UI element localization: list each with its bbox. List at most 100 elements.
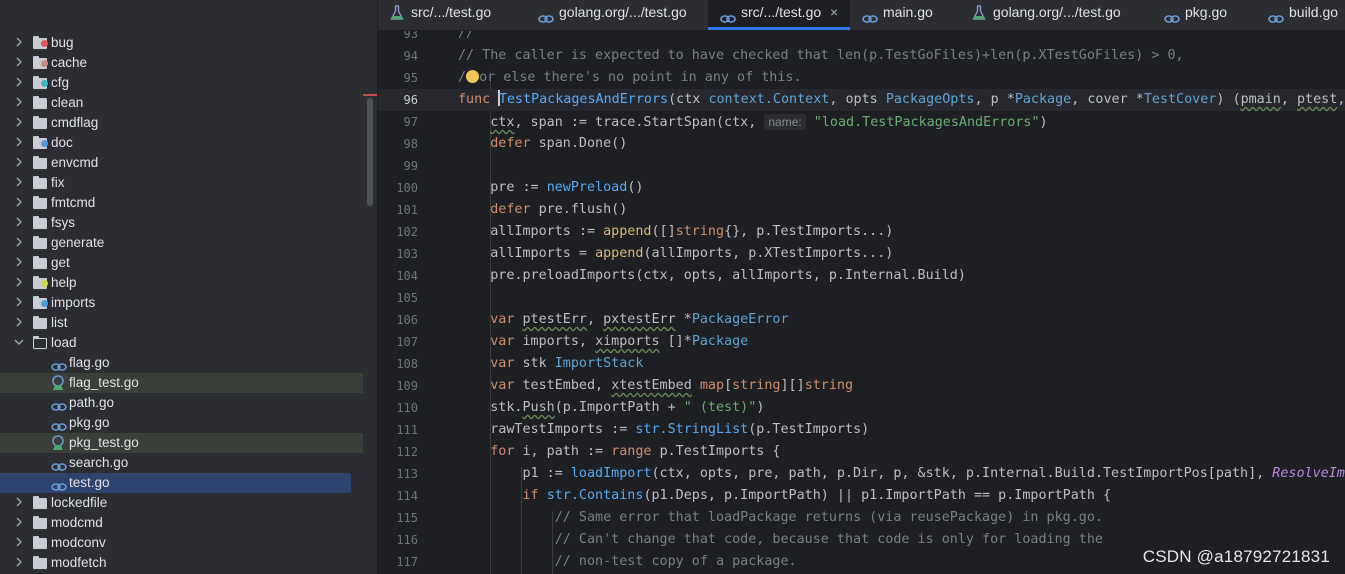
code-line[interactable]: for i, path := range p.TestImports {	[458, 441, 780, 463]
code-line[interactable]: ctx, span := trace.StartSpan(ctx, name: …	[458, 111, 1048, 133]
tree-item-label: generate	[51, 235, 105, 250]
tree-item-pkg-go[interactable]: pkg.go	[0, 413, 363, 433]
editor-tab[interactable]: build.go	[1256, 0, 1345, 30]
chevron-right-icon[interactable]	[13, 153, 25, 173]
chevron-right-icon[interactable]	[13, 533, 25, 553]
tree-item-modconv[interactable]: modconv	[0, 533, 363, 553]
chevron-right-icon[interactable]	[13, 53, 25, 73]
code-editor[interactable]: 93 // 94 // The caller is expected to have …	[378, 31, 1345, 574]
chevron-right-icon[interactable]	[13, 253, 25, 273]
tree-item-list[interactable]: list	[0, 313, 363, 333]
chevron-right-icon[interactable]	[13, 273, 25, 293]
editor-tab[interactable]: golang.org/.../test.go	[960, 0, 1150, 30]
folder-icon	[33, 516, 47, 529]
chevron-right-icon[interactable]	[13, 93, 25, 113]
tree-item-label: flag.go	[69, 355, 110, 370]
gopher-icon	[862, 7, 878, 30]
chevron-right-icon[interactable]	[13, 33, 25, 53]
tree-item-fsys[interactable]: fsys	[0, 213, 363, 233]
sidebar-scrollbar[interactable]	[367, 98, 373, 206]
tree-item-flag-test-go[interactable]: flag_test.go	[0, 373, 363, 393]
tree-item-bug[interactable]: bug	[0, 33, 363, 53]
chevron-down-icon[interactable]	[13, 333, 25, 353]
chevron-right-icon[interactable]	[13, 313, 25, 333]
tree-item-lockedfile[interactable]: lockedfile	[0, 493, 363, 513]
code-line[interactable]: var stk ImportStack	[458, 353, 643, 375]
tree-item-cfg[interactable]: cfg	[0, 73, 363, 93]
code-line[interactable]: var testEmbed, xtestEmbed map[string][]s…	[458, 375, 853, 397]
tree-item-modfetch[interactable]: modfetch	[0, 553, 363, 573]
tree-item-get[interactable]: get	[0, 253, 363, 273]
flask-icon	[390, 4, 404, 28]
tree-item-fmtcmd[interactable]: fmtcmd	[0, 193, 363, 213]
tree-item-label: imports	[51, 295, 96, 310]
code-line[interactable]: var imports, ximports []*Package	[458, 331, 748, 353]
tree-item-label: bug	[51, 35, 74, 50]
chevron-right-icon[interactable]	[13, 213, 25, 233]
tree-item-pkg-test-go[interactable]: pkg_test.go	[0, 433, 363, 453]
close-tab-icon[interactable]: ×	[830, 0, 838, 24]
tab-label: golang.org/.../test.go	[993, 4, 1121, 20]
code-line[interactable]: var ptestErr, pxtestErr *PackageError	[458, 309, 788, 331]
chevron-right-icon[interactable]	[13, 133, 25, 153]
code-line[interactable]: stk.Push(p.ImportPath + " (test)")	[458, 397, 764, 419]
code-line[interactable]: // non-test copy of a package.	[458, 551, 797, 573]
chevron-right-icon[interactable]	[13, 173, 25, 193]
editor-tab[interactable]: src/.../test.go ×	[708, 0, 850, 30]
code-line[interactable]: defer span.Done()	[458, 133, 627, 155]
line-number: 99	[403, 159, 418, 173]
tree-item-search-go[interactable]: search.go	[0, 453, 363, 473]
chevron-right-icon[interactable]	[13, 293, 25, 313]
chevron-right-icon[interactable]	[13, 493, 25, 513]
tree-item-test-go[interactable]: test.go	[0, 473, 351, 493]
code-line[interactable]: allImports := append([]string{}, p.TestI…	[458, 221, 893, 243]
code-line[interactable]: rawTestImports := str.StringList(p.TestI…	[458, 419, 869, 441]
editor-tab[interactable]: main.go	[850, 0, 956, 30]
tree-item-load[interactable]: load	[0, 333, 363, 353]
tree-item-help[interactable]: help	[0, 273, 363, 293]
chevron-right-icon[interactable]	[13, 73, 25, 93]
chevron-right-icon[interactable]	[13, 513, 25, 533]
code-line[interactable]: allImports = append(allImports, p.XTestI…	[458, 243, 893, 265]
code-line[interactable]: / or else there's no point in any of this…	[458, 67, 802, 89]
chevron-right-icon[interactable]	[13, 233, 25, 253]
line-number: 115	[396, 511, 418, 525]
go-test-file-icon	[51, 435, 67, 450]
tree-item-label: clean	[51, 95, 84, 110]
tree-item-cmdflag[interactable]: cmdflag	[0, 113, 363, 133]
tree-item-envcmd[interactable]: envcmd	[0, 153, 363, 173]
editor-tab[interactable]: src/.../test.go	[378, 0, 518, 30]
line-number: 97	[403, 115, 418, 129]
code-line[interactable]: pre := newPreload()	[458, 177, 643, 199]
folder-badge-icon	[41, 280, 48, 287]
editor-tab[interactable]: pkg.go	[1152, 0, 1252, 30]
tree-item-flag-go[interactable]: flag.go	[0, 353, 363, 373]
tree-item-label: list	[51, 315, 68, 330]
editor-tab[interactable]: golang.org/.../test.go	[526, 0, 701, 30]
tree-item-modcmd[interactable]: modcmd	[0, 513, 363, 533]
code-line[interactable]: func TestPackagesAndErrors(ctx context.C…	[458, 89, 1345, 111]
go-file-icon	[51, 478, 67, 491]
code-line[interactable]: //	[458, 31, 474, 45]
tree-item-label: pkg.go	[69, 415, 110, 430]
line-number: 101	[396, 203, 418, 217]
code-line[interactable]: pre.preloadImports(ctx, opts, allImports…	[458, 265, 966, 287]
code-line[interactable]: if str.Contains(p1.Deps, p.ImportPath) |…	[458, 485, 1112, 507]
tree-item-doc[interactable]: doc	[0, 133, 363, 153]
tree-item-cache[interactable]: cache	[0, 53, 363, 73]
code-line[interactable]: // Can't change that code, because that …	[458, 529, 1103, 551]
chevron-right-icon[interactable]	[13, 553, 25, 573]
folder-icon	[33, 496, 47, 509]
line-number: 110	[396, 401, 418, 415]
chevron-right-icon[interactable]	[13, 113, 25, 133]
code-line[interactable]: // Same error that loadPackage returns (…	[458, 507, 1103, 529]
tree-item-clean[interactable]: clean	[0, 93, 363, 113]
tree-item-imports[interactable]: imports	[0, 293, 363, 313]
tree-item-fix[interactable]: fix	[0, 173, 363, 193]
code-line[interactable]: p1 := loadImport(ctx, opts, pre, path, p…	[458, 463, 1345, 485]
chevron-right-icon[interactable]	[13, 193, 25, 213]
code-line[interactable]: defer pre.flush()	[458, 199, 627, 221]
tree-item-path-go[interactable]: path.go	[0, 393, 363, 413]
code-line[interactable]: // The caller is expected to have checke…	[458, 45, 1184, 67]
tree-item-generate[interactable]: generate	[0, 233, 363, 253]
